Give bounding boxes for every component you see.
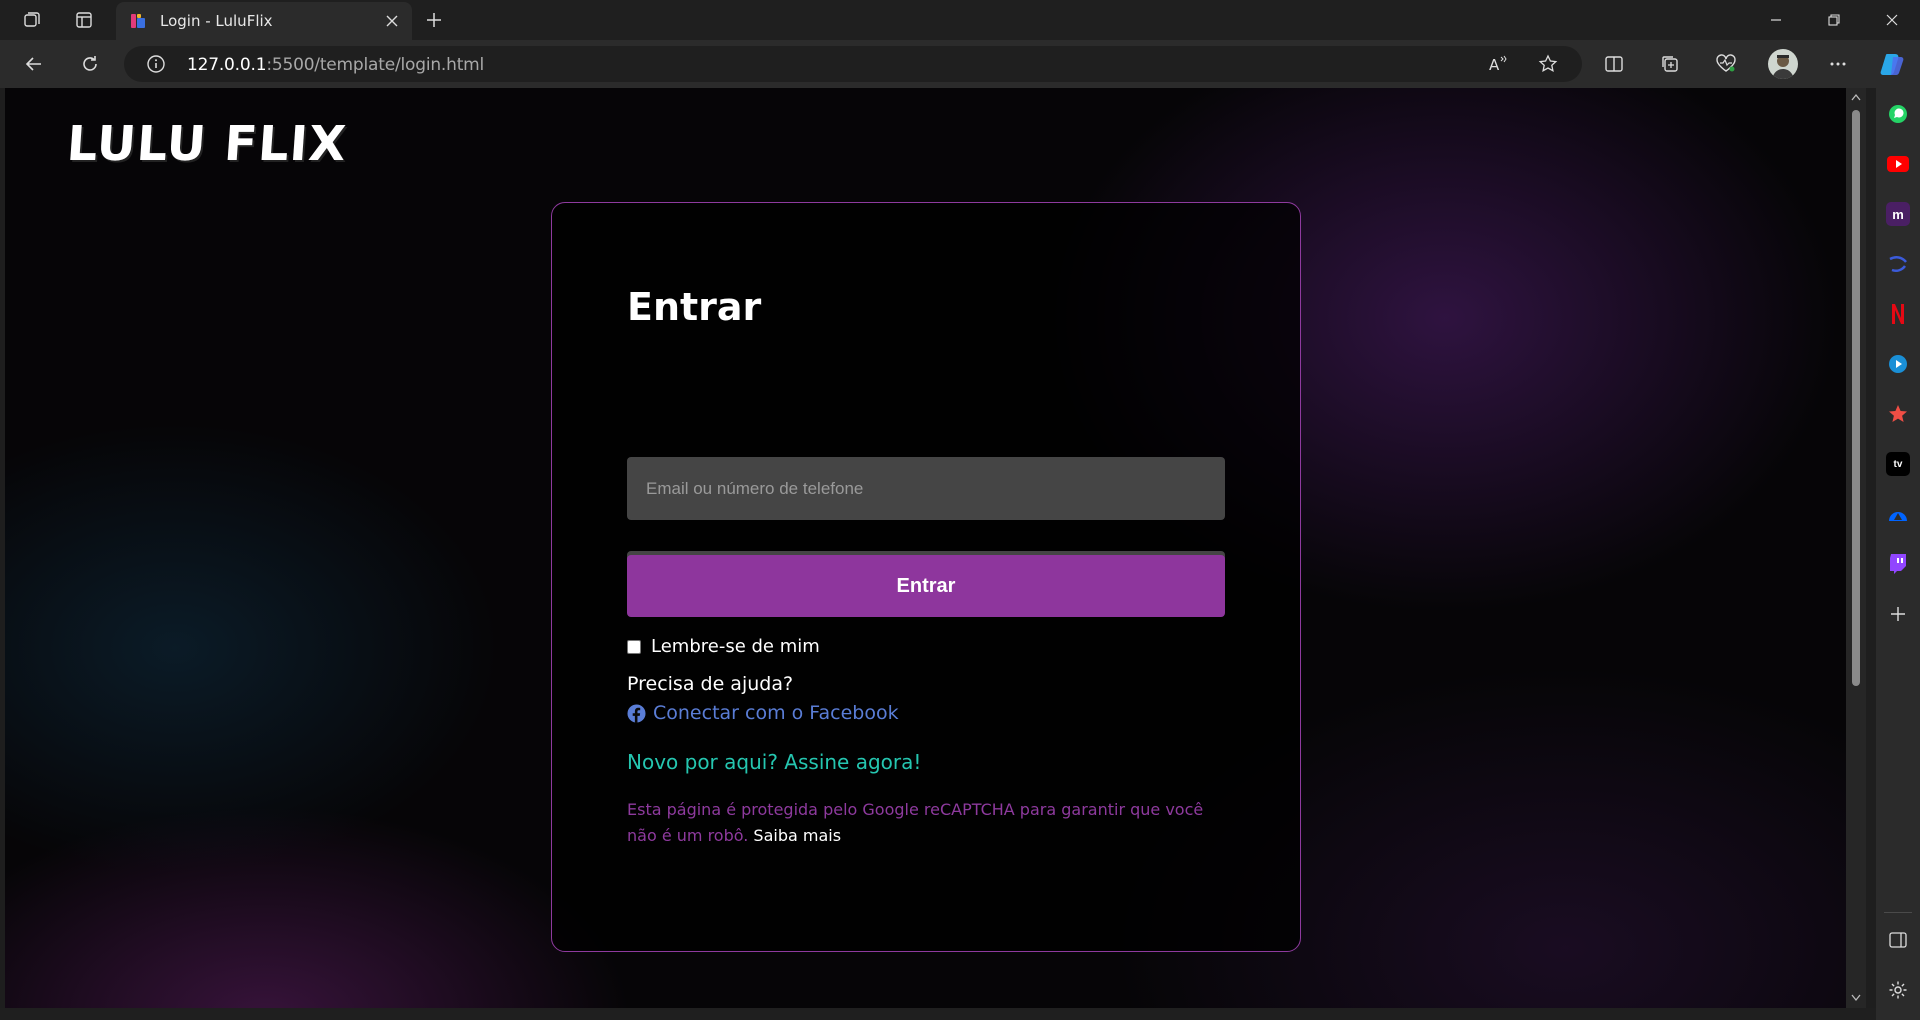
twitch-icon[interactable] (1886, 552, 1910, 576)
collections-icon[interactable] (1656, 50, 1684, 78)
scroll-up-icon[interactable] (1850, 91, 1862, 103)
m-app-icon[interactable]: m (1886, 202, 1910, 226)
browser-essentials-icon[interactable] (1712, 50, 1740, 78)
page-scrollbar[interactable] (1846, 88, 1866, 1008)
workspaces-icon[interactable] (20, 8, 44, 32)
signup-link[interactable]: Novo por aqui? Assine agora! (627, 750, 921, 774)
copilot-icon[interactable] (1878, 50, 1906, 78)
remember-label[interactable]: Lembre-se de mim (651, 636, 820, 657)
read-aloud-icon[interactable]: A (1486, 52, 1510, 76)
login-title: Entrar (627, 285, 762, 329)
tab-actions-icon[interactable] (72, 8, 96, 32)
facebook-login[interactable]: Conectar com o Facebook (627, 702, 899, 724)
remember-me[interactable]: Lembre-se de mim (627, 636, 820, 657)
settings-gear-icon[interactable] (1886, 978, 1910, 1002)
page-viewport: LULU FLIX Entrar Entrar Lembre-se de mim… (5, 88, 1846, 1008)
sidebar-divider (1884, 912, 1912, 913)
luluflix-logo[interactable]: LULU FLIX (65, 116, 349, 172)
email-input[interactable] (627, 457, 1225, 520)
recaptcha-text: Esta página é protegida pelo Google reCA… (627, 800, 1204, 845)
netflix-icon[interactable] (1886, 302, 1910, 326)
tab-strip: Login - LuluFlix (0, 0, 1920, 40)
star-icon[interactable] (1886, 402, 1910, 426)
add-icon[interactable] (1886, 602, 1910, 626)
more-options-icon[interactable] (1824, 50, 1852, 78)
login-card: Entrar Entrar Lembre-se de mim Precisa d… (551, 202, 1301, 952)
facebook-link[interactable]: Conectar com o Facebook (653, 702, 899, 724)
hide-sidebar-icon[interactable] (1886, 928, 1910, 952)
close-window-icon[interactable] (1864, 0, 1920, 40)
new-tab-icon[interactable] (422, 8, 446, 32)
url-path: :5500/template/login.html (266, 55, 485, 75)
url-text[interactable]: 127.0.0.1:5500/template/login.html (187, 55, 484, 75)
restore-icon[interactable] (1806, 0, 1862, 40)
edge-sidebar: m tv (1876, 88, 1920, 1020)
whatsapp-icon[interactable] (1886, 102, 1910, 126)
login-button[interactable]: Entrar (627, 555, 1225, 617)
browser-toolbar: 127.0.0.1:5500/template/login.html A (0, 40, 1920, 88)
recaptcha-notice: Esta página é protegida pelo Google reCA… (627, 797, 1207, 849)
tab-login[interactable]: Login - LuluFlix (116, 2, 412, 40)
appletv-icon[interactable]: tv (1886, 452, 1910, 476)
url-host: 127.0.0.1 (187, 55, 267, 75)
favorite-star-icon[interactable] (1536, 52, 1560, 76)
site-info-icon[interactable] (146, 54, 166, 74)
tab-title: Login - LuluFlix (160, 12, 273, 30)
luluflix-favicon-icon (131, 14, 145, 28)
address-bar[interactable]: 127.0.0.1:5500/template/login.html A (124, 46, 1582, 82)
youtube-icon[interactable] (1886, 152, 1910, 176)
facebook-icon (627, 703, 646, 723)
bottom-edge (0, 1008, 1876, 1020)
streaming-icon[interactable] (1886, 252, 1910, 276)
learn-more-link[interactable]: Saiba mais (753, 826, 841, 845)
split-screen-icon[interactable] (1600, 50, 1628, 78)
play-icon[interactable] (1886, 352, 1910, 376)
profile-avatar[interactable] (1768, 49, 1798, 79)
paramount-icon[interactable] (1886, 502, 1910, 526)
scroll-down-icon[interactable] (1850, 992, 1862, 1004)
minimize-icon[interactable] (1748, 0, 1804, 40)
scroll-thumb[interactable] (1852, 110, 1860, 686)
refresh-icon[interactable] (76, 50, 104, 78)
close-tab-icon[interactable] (382, 11, 402, 31)
svg-text:A: A (1489, 56, 1500, 74)
back-icon[interactable] (20, 50, 48, 78)
help-text: Precisa de ajuda? (627, 673, 794, 695)
remember-checkbox[interactable] (627, 639, 641, 654)
